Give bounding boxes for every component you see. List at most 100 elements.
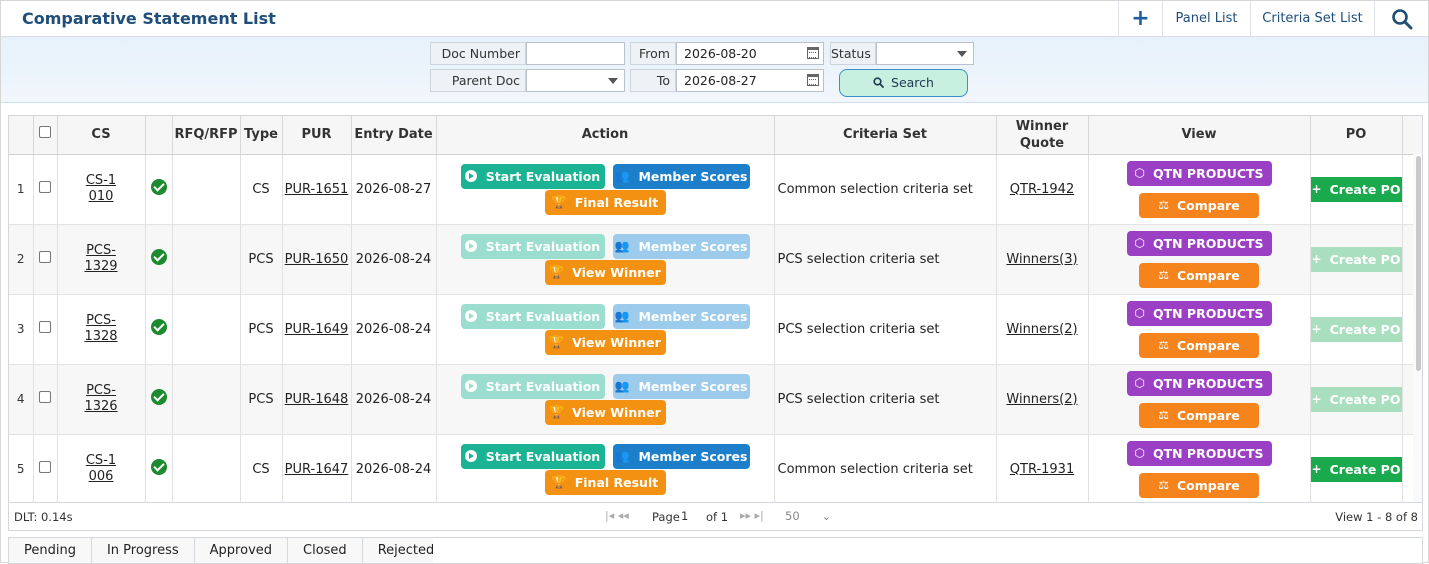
member-scores-button[interactable]: 👥 Member Scores <box>612 373 750 399</box>
pur-link[interactable]: PUR-1649 <box>285 322 349 337</box>
select-all-header[interactable] <box>33 116 58 155</box>
compare-button[interactable]: ⚖ Compare <box>1139 192 1259 218</box>
first-prev-page-icons[interactable]: |◂ ◂◂ <box>605 509 629 522</box>
cs-link[interactable]: PCS-1329 <box>84 243 118 275</box>
start-evaluation-button[interactable]: Start Evaluation <box>460 303 605 329</box>
pur-link[interactable]: PUR-1650 <box>285 252 349 267</box>
cube-icon: ⬡ <box>1134 236 1145 250</box>
view-winner-button[interactable]: 🏆 View Winner <box>544 329 666 355</box>
qtn-products-button[interactable]: ⬡ QTN PRODUCTS <box>1126 440 1272 466</box>
criteria-set-cell: PCS selection criteria set <box>774 224 997 295</box>
compare-button[interactable]: ⚖ Compare <box>1139 402 1259 428</box>
column-header-pur[interactable]: PUR <box>282 116 352 155</box>
trophy-icon: 🏆 <box>549 335 565 349</box>
table-row[interactable]: 4 PCS-1326 PCS PUR-1648 2026-08-24 Start Eval… <box>9 364 1422 435</box>
type-cell: PCS <box>240 224 283 295</box>
tab-closed[interactable]: Closed <box>288 537 363 564</box>
qtn-products-button[interactable]: ⬡ QTN PRODUCTS <box>1126 370 1272 396</box>
row-number-header <box>9 116 34 155</box>
row-checkbox[interactable] <box>39 251 51 263</box>
compare-button[interactable]: ⚖ Compare <box>1139 472 1259 498</box>
row-checkbox[interactable] <box>39 461 51 473</box>
scrollbar-thumb[interactable] <box>1416 156 1421 371</box>
start-evaluation-button[interactable]: Start Evaluation <box>460 163 605 189</box>
pur-link[interactable]: PUR-1647 <box>285 462 349 477</box>
qtn-products-button[interactable]: ⬡ QTN PRODUCTS <box>1126 230 1272 256</box>
member-scores-button[interactable]: 👥 Member Scores <box>612 233 750 259</box>
page-number-input[interactable]: 1 <box>681 509 703 524</box>
view-winner-button[interactable]: 🏆 View Winner <box>544 399 666 425</box>
table-row[interactable]: 1 CS-1010 CS PUR-1651 2026-08-27 Start Evalua… <box>9 154 1422 225</box>
select-all-checkbox[interactable] <box>39 126 51 139</box>
create-po-button[interactable]: + Create PO <box>1310 386 1402 412</box>
create-po-button[interactable]: + Create PO <box>1310 456 1402 482</box>
pur-link[interactable]: PUR-1648 <box>285 392 349 407</box>
final-result-button[interactable]: 🏆 Final Result <box>544 469 666 495</box>
status-select[interactable] <box>876 42 974 65</box>
table-row[interactable]: 2 PCS-1329 PCS PUR-1650 2026-08-24 Start Eval… <box>9 224 1422 295</box>
create-po-button[interactable]: + Create PO <box>1310 316 1402 342</box>
cs-link[interactable]: PCS-1326 <box>84 383 118 415</box>
to-label: To <box>630 69 676 92</box>
member-scores-button[interactable]: 👥 Member Scores <box>612 443 750 469</box>
table-row[interactable]: 3 PCS-1328 PCS PUR-1649 2026-08-24 Start Eval… <box>9 294 1422 365</box>
play-circle-icon <box>464 380 477 392</box>
parent-doc-select[interactable] <box>526 69 625 92</box>
start-evaluation-button[interactable]: Start Evaluation <box>460 373 605 399</box>
winner-quote-link[interactable]: QTR-1942 <box>1010 182 1074 197</box>
column-header-criteria-set[interactable]: Criteria Set <box>774 116 997 155</box>
criteria-set-list-link[interactable]: Criteria Set List <box>1250 1 1374 37</box>
column-header-type[interactable]: Type <box>240 116 283 155</box>
member-scores-button[interactable]: 👥 Member Scores <box>612 303 750 329</box>
cs-link[interactable]: CS-1010 <box>84 173 118 205</box>
create-po-button[interactable]: + Create PO <box>1310 176 1402 202</box>
search-icon <box>873 77 884 88</box>
next-last-page-icons[interactable]: ▸▸ ▸| <box>740 509 764 522</box>
cs-link[interactable]: CS-1006 <box>84 453 118 485</box>
search-button[interactable]: Search <box>839 69 968 97</box>
winner-quote-link[interactable]: Winners(2) <box>1006 322 1077 337</box>
column-header-winner-quote[interactable]: Winner Quote <box>996 116 1089 155</box>
header-search-button[interactable] <box>1374 1 1428 37</box>
compare-button[interactable]: ⚖ Compare <box>1139 262 1259 288</box>
from-date-input[interactable]: 2026-08-20 <box>676 42 824 65</box>
panel-list-link[interactable]: Panel List <box>1162 1 1250 37</box>
winner-quote-link[interactable]: Winners(3) <box>1006 252 1077 267</box>
member-scores-button[interactable]: 👥 Member Scores <box>612 163 750 189</box>
calendar-icon[interactable] <box>807 47 819 59</box>
winner-quote-link[interactable]: Winners(2) <box>1006 392 1077 407</box>
calendar-icon[interactable] <box>807 74 819 86</box>
doc-number-input[interactable] <box>526 42 625 65</box>
final-result-button[interactable]: 🏆 Final Result <box>544 189 666 215</box>
create-po-button[interactable]: + Create PO <box>1310 246 1402 272</box>
rfq-rfp-cell <box>172 224 241 295</box>
tab-in-progress[interactable]: In Progress <box>91 537 195 564</box>
page-title: Comparative Statement List <box>22 9 276 28</box>
winner-quote-link[interactable]: QTR-1931 <box>1010 462 1074 477</box>
add-button[interactable]: + <box>1118 1 1162 37</box>
start-evaluation-button[interactable]: Start Evaluation <box>460 233 605 259</box>
qtn-products-button[interactable]: ⬡ QTN PRODUCTS <box>1126 160 1272 186</box>
column-header-cs[interactable]: CS <box>57 116 146 155</box>
qtn-products-button[interactable]: ⬡ QTN PRODUCTS <box>1126 300 1272 326</box>
trophy-icon: 🏆 <box>549 265 565 279</box>
row-checkbox[interactable] <box>39 321 51 333</box>
pur-link[interactable]: PUR-1651 <box>285 182 349 197</box>
tab-approved[interactable]: Approved <box>194 537 289 564</box>
row-checkbox[interactable] <box>39 181 51 193</box>
cs-link[interactable]: PCS-1328 <box>84 313 118 345</box>
filler-column-header <box>1402 116 1422 155</box>
check-circle-icon <box>150 179 167 195</box>
table-header-row: CS RFQ/RFP Type PUR Entry Date Action Cr… <box>9 116 1422 155</box>
page-size-select[interactable]: 50 ⌄ <box>785 509 831 523</box>
table-row[interactable]: 5 CS-1006 CS PUR-1647 2026-08-24 Start Evalua… <box>9 434 1422 502</box>
column-header-entry-date[interactable]: Entry Date <box>351 116 437 155</box>
view-winner-button[interactable]: 🏆 View Winner <box>544 259 666 285</box>
start-evaluation-button[interactable]: Start Evaluation <box>460 443 605 469</box>
to-date-input[interactable]: 2026-08-27 <box>676 69 824 92</box>
compare-button[interactable]: ⚖ Compare <box>1139 332 1259 358</box>
tab-pending[interactable]: Pending <box>8 537 92 564</box>
status-label: Status <box>830 42 876 65</box>
column-header-rfq-rfp[interactable]: RFQ/RFP <box>172 116 241 155</box>
row-checkbox[interactable] <box>39 391 51 403</box>
